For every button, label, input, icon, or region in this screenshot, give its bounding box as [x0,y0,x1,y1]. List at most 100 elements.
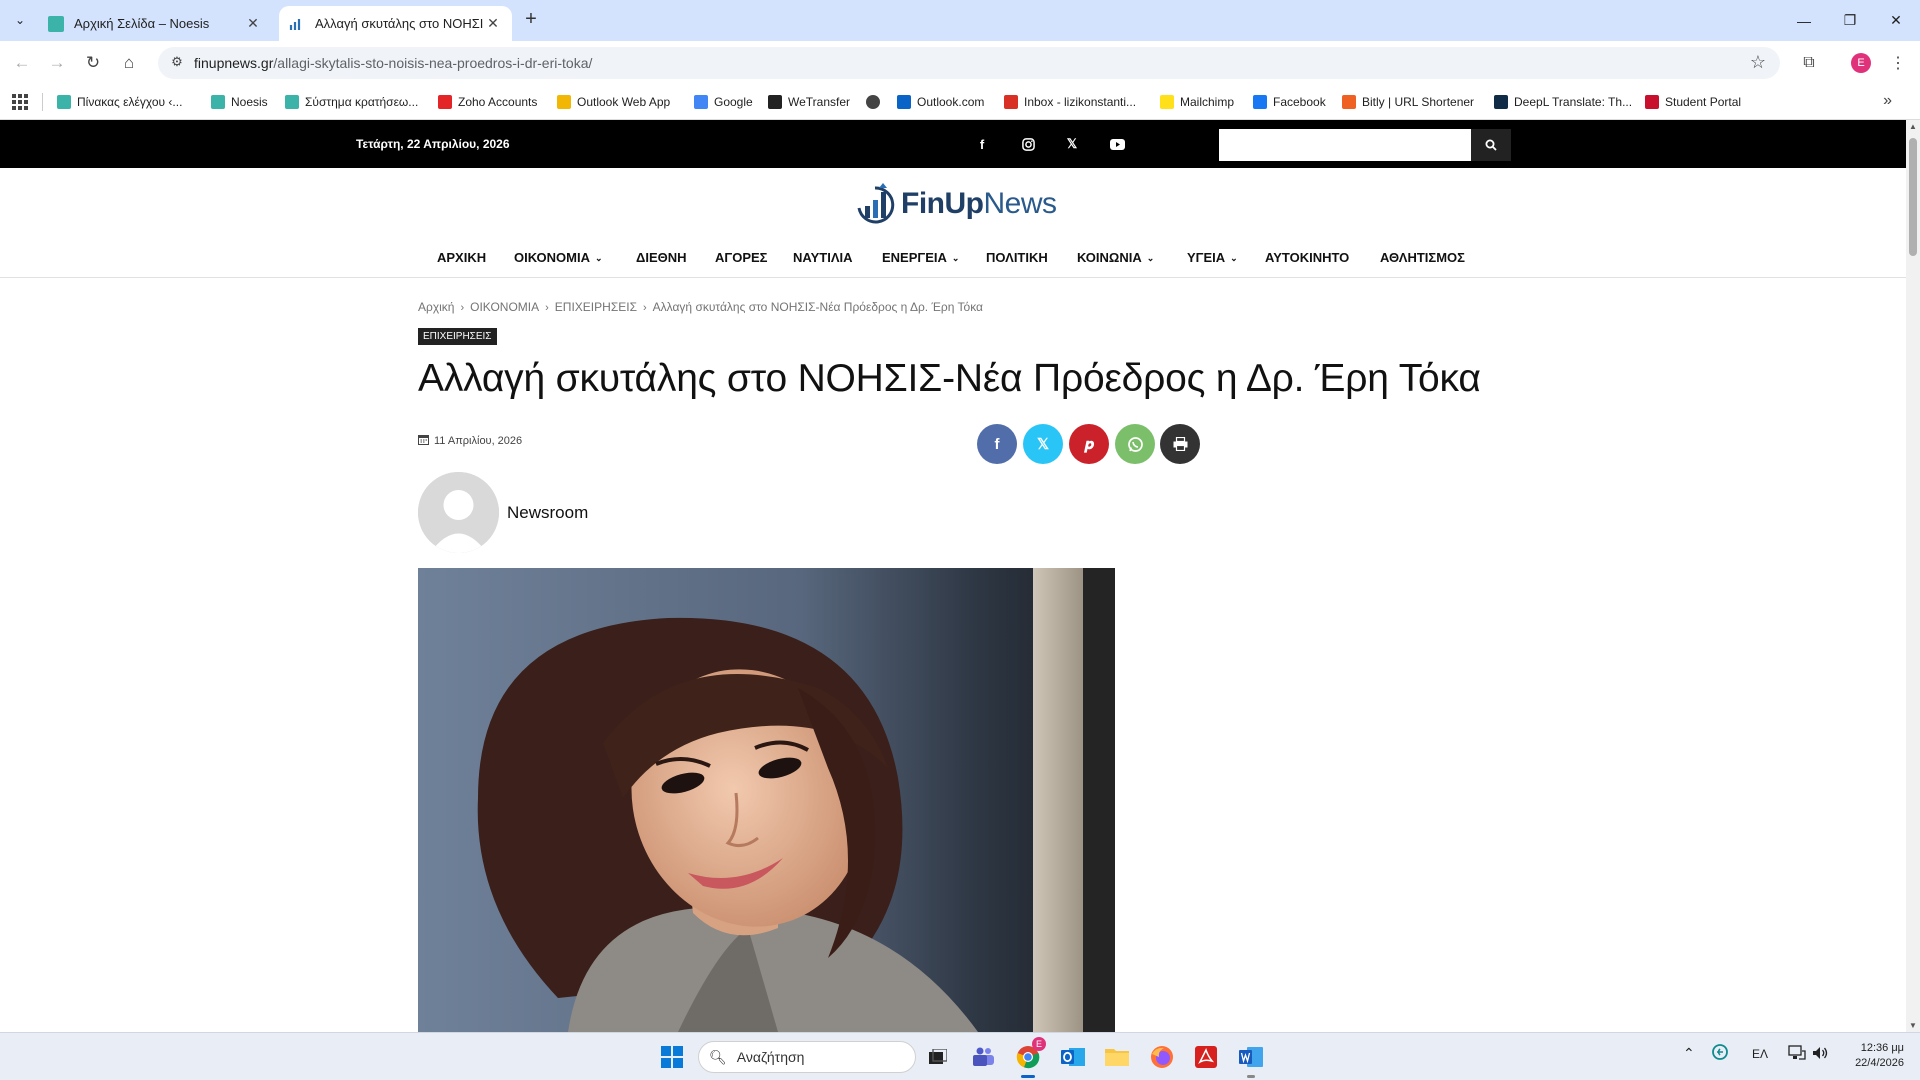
share-pinterest-button[interactable]: 𝒑 [1069,424,1109,464]
search-input[interactable] [1219,129,1471,161]
breadcrumb-home[interactable]: Αρχική [418,300,454,314]
bookmark-outlook-web[interactable]: Outlook Web App [557,93,670,111]
bookmark-mailchimp[interactable]: Mailchimp [1160,93,1234,111]
facebook-icon[interactable]: f [972,134,992,154]
bookmark-student-portal[interactable]: Student Portal [1645,93,1741,111]
outlook-icon[interactable] [1057,1041,1089,1073]
bookmark-wetransfer[interactable]: WeTransfer [768,93,850,111]
home-icon[interactable]: ⌂ [115,49,143,77]
extensions-icon[interactable]: ⧉ [1795,49,1823,77]
file-explorer-icon[interactable] [1101,1041,1133,1073]
apps-grid-icon[interactable] [12,94,28,110]
nav-item[interactable]: ΑΡΧΙΚΗ [437,250,486,265]
teams-icon[interactable] [967,1041,999,1073]
close-icon[interactable]: ✕ [484,15,502,32]
share-whatsapp-button[interactable] [1115,424,1155,464]
nav-item-label: ΑΘΛΗΤΙΣΜΟΣ [1380,250,1465,265]
nav-item-label: ΑΥΤΟΚΙΝΗΤΟ [1265,250,1350,265]
word-icon[interactable] [1235,1041,1267,1078]
search-icon [1485,139,1497,151]
nav-item[interactable]: ΑΥΤΟΚΙΝΗΤΟ [1265,250,1349,265]
scroll-thumb[interactable] [1909,138,1917,256]
tab-finupnews[interactable]: Αλλαγή σκυτάλης στο ΝΟΗΣΙΣ ✕ [279,6,512,41]
bookmark-facebook[interactable]: Facebook [1253,93,1326,111]
nav-item[interactable]: ΔΙΕΘΝΗ [636,250,687,265]
article-hero-image [418,568,1115,1032]
page-scrollbar[interactable]: ▲ ▼ [1906,120,1920,1032]
bookmark-star-icon[interactable]: ☆ [1750,52,1766,73]
bookmark-outlook[interactable]: Outlook.com [897,93,984,111]
restore-icon[interactable]: ❐ [1828,0,1872,41]
bookmark-noesis[interactable]: Πίνακας ελέγχου ‹... [57,93,182,111]
start-button[interactable] [656,1041,688,1073]
share-x-button[interactable]: 𝕏 [1023,424,1063,464]
profile-button[interactable]: E [1847,49,1875,77]
site-logo[interactable]: FinUp News [853,178,1057,230]
scroll-down-icon[interactable]: ▼ [1908,1021,1918,1030]
scroll-up-icon[interactable]: ▲ [1908,122,1918,131]
zoho-icon [438,95,452,109]
language-indicator[interactable]: ΕΛ [1752,1047,1768,1061]
firefox-icon[interactable] [1146,1041,1178,1073]
nav-item[interactable]: ΑΓΟΡΕΣ [715,250,767,265]
reload-icon[interactable]: ↻ [79,49,107,77]
tab-noesis[interactable]: Αρχική Σελίδα – Noesis ✕ [38,6,272,41]
avatar: E [1851,53,1871,73]
acrobat-icon[interactable] [1190,1041,1222,1073]
nav-item[interactable]: ΝΑΥΤΙΛΙΑ [793,250,853,265]
back-icon[interactable]: ← [8,49,36,77]
breadcrumb-business[interactable]: ΕΠΙΧΕΙΡΗΣΕΙΣ [555,300,637,314]
deepl-icon [1494,95,1508,109]
youtube-icon[interactable] [1107,134,1127,154]
minimize-icon[interactable]: — [1782,0,1826,41]
chrome-icon[interactable]: E [1012,1037,1046,1078]
bookmark-noesis[interactable]: Noesis [211,93,268,111]
menu-icon[interactable]: ⋮ [1884,49,1912,77]
system-clock[interactable]: 12:36 μμ 22/4/2026 [1852,1041,1904,1071]
category-badge[interactable]: ΕΠΙΧΕΙΡΗΣΕΙΣ [418,328,497,345]
bookmark-google[interactable]: Google [694,93,753,111]
nav-item[interactable]: ΑΘΛΗΤΙΣΜΟΣ [1380,250,1465,265]
author-avatar[interactable] [418,472,499,553]
breadcrumb-economy[interactable]: ΟΙΚΟΝΟΜΙΑ [470,300,539,314]
bookmark-noesis[interactable]: Σύστημα κρατήσεω... [285,93,418,111]
new-tab-button[interactable]: + [520,9,542,31]
bookmark-zoho[interactable]: Zoho Accounts [438,93,537,111]
forward-icon[interactable]: → [43,49,71,77]
address-bar[interactable]: ⚙ finupnews.gr/allagi-skytalis-sto-noisi… [158,47,1780,79]
nav-item[interactable]: ΟΙΚΟΝΟΜΙΑ ⌄ [514,250,603,265]
share-facebook-button[interactable]: f [977,424,1017,464]
show-hidden-icons-icon[interactable]: ⌃ [1683,1045,1695,1062]
nav-item[interactable]: ΚΟΙΝΩΝΙΑ ⌄ [1077,250,1154,265]
bookmark-globe[interactable] [866,93,886,111]
close-icon[interactable]: ✕ [244,15,262,32]
site-settings-icon[interactable]: ⚙ [168,54,186,72]
volume-icon[interactable] [1812,1045,1828,1064]
instagram-icon[interactable] [1018,134,1038,154]
wetransfer-icon [768,95,782,109]
nav-item-label: ΝΑΥΤΙΛΙΑ [793,250,853,265]
copilot-icon[interactable] [1712,1044,1728,1063]
bookmark-gmail[interactable]: Inbox - lizikonstanti... [1004,93,1136,111]
chevron-more-icon[interactable]: » [1883,92,1892,110]
nav-item[interactable]: ΥΓΕΙΑ ⌄ [1187,250,1238,265]
x-icon[interactable]: 𝕏 [1062,134,1082,154]
breadcrumb: Αρχική › ΟΙΚΟΝΟΜΙΑ › ΕΠΙΧΕΙΡΗΣΕΙΣ › Αλλαγή σκυ… [418,300,983,314]
nav-item-label: ΔΙΕΘΝΗ [636,250,687,265]
print-button[interactable] [1160,424,1200,464]
task-view-icon[interactable] [922,1041,954,1073]
bookmark-deepl[interactable]: DeepL Translate: Th... [1494,93,1632,111]
network-icon[interactable] [1788,1045,1806,1064]
bookmark-label: Outlook Web App [577,95,671,109]
author-name[interactable]: Newsroom [507,503,588,523]
taskbar-search[interactable]: 🔍︎ Αναζήτηση [698,1041,916,1073]
bookmark-label: Outlook.com [917,95,985,109]
close-window-icon[interactable]: ✕ [1874,0,1918,41]
bookmark-bitly[interactable]: Bitly | URL Shortener [1342,93,1474,111]
nav-item[interactable]: ΠΟΛΙΤΙΚΗ [986,250,1048,265]
mailchimp-icon [1160,95,1174,109]
search-button[interactable] [1471,129,1511,161]
tab-search-button[interactable]: ⌄ [8,8,32,32]
nav-item[interactable]: ΕΝΕΡΓΕΙΑ ⌄ [882,250,959,265]
windows-taskbar: 🔍︎ Αναζήτηση E ⌃ ΕΛ 12:36 μμ 22/4/2026 [0,1032,1920,1080]
